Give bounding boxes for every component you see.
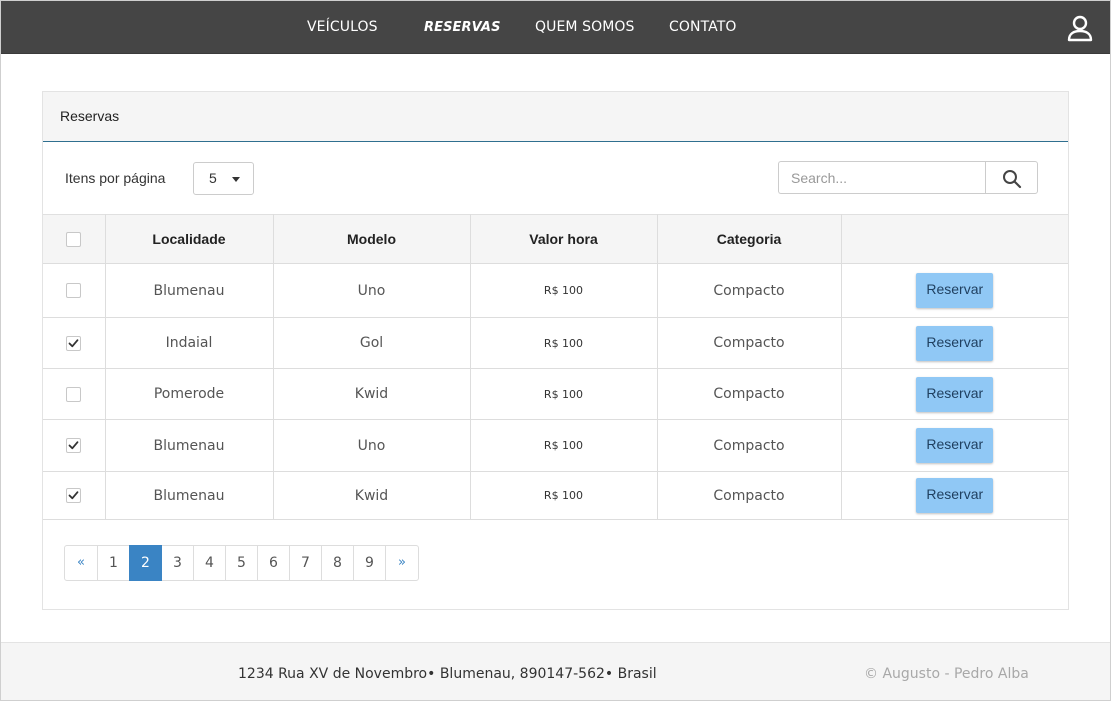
- page-prev-button[interactable]: «: [64, 545, 98, 581]
- cell-valor-hora: R$ 100: [469, 471, 658, 520]
- cell-categoria: Compacto: [656, 317, 842, 369]
- cell-modelo: Uno: [272, 419, 471, 472]
- page-button[interactable]: 7: [289, 545, 322, 581]
- cell-valor-hora: R$ 100: [469, 419, 658, 472]
- footer: 1234 Rua XV de Novembro• Blumenau, 89014…: [0, 642, 1111, 701]
- cell-modelo: Kwid: [272, 471, 471, 520]
- row-checkbox-cell: [43, 263, 106, 318]
- header-valor-hora[interactable]: Valor hora: [469, 214, 658, 264]
- search-icon: [1003, 170, 1022, 189]
- cell-modelo: Gol: [272, 317, 471, 369]
- cell-categoria: Compacto: [656, 263, 842, 318]
- nav-item-quem-somos[interactable]: QUEM SOMOS: [535, 19, 635, 35]
- select-all-checkbox[interactable]: [66, 232, 82, 248]
- table-row: Blumenau Kwid R$ 100 Compacto Reservar: [43, 471, 1068, 520]
- cell-action: Reservar: [840, 263, 1068, 318]
- panel-title: Reservas: [60, 108, 120, 124]
- row-checkbox-cell: [43, 471, 106, 520]
- page-button[interactable]: 3: [161, 545, 194, 581]
- cell-localidade: Blumenau: [104, 263, 274, 318]
- row-checkbox-cell: [43, 368, 106, 420]
- footer-copyright: © Augusto - Pedro Alba: [864, 666, 1029, 682]
- header-localidade[interactable]: Localidade: [104, 214, 274, 264]
- reserve-button[interactable]: Reservar: [916, 273, 994, 308]
- reserve-button[interactable]: Reservar: [916, 478, 994, 513]
- cell-categoria: Compacto: [656, 471, 842, 520]
- row-checkbox[interactable]: [66, 386, 82, 402]
- header-categoria[interactable]: Categoria: [656, 214, 842, 264]
- pagination: « 1 2 3 4 5 6 7 8 9 »: [64, 545, 419, 581]
- row-checkbox[interactable]: [66, 335, 82, 351]
- page-button[interactable]: 8: [321, 545, 354, 581]
- page-button[interactable]: 9: [353, 545, 386, 581]
- table-row: Blumenau Uno R$ 100 Compacto Reservar: [43, 263, 1068, 318]
- cell-action: Reservar: [840, 471, 1068, 520]
- caret-down-icon: [232, 177, 240, 182]
- top-navbar: VEÍCULOS RESERVAS QUEM SOMOS CONTATO: [0, 0, 1111, 54]
- reserve-button[interactable]: Reservar: [916, 376, 994, 412]
- search-input[interactable]: [778, 161, 986, 194]
- reservations-panel: Reservas Itens por página 5 Localidade M…: [42, 91, 1069, 610]
- table-row: Pomerode Kwid R$ 100 Compacto Reservar: [43, 368, 1068, 420]
- footer-address: 1234 Rua XV de Novembro• Blumenau, 89014…: [238, 666, 657, 682]
- cell-valor-hora: R$ 100: [469, 317, 658, 369]
- row-checkbox-cell: [43, 317, 106, 369]
- checkmark-icon: [68, 338, 79, 347]
- reservations-table: Localidade Modelo Valor hora Categoria B…: [43, 214, 1068, 520]
- cell-modelo: Uno: [272, 263, 471, 318]
- cell-localidade: Pomerode: [104, 368, 274, 420]
- table-row: Blumenau Uno R$ 100 Compacto Reservar: [43, 419, 1068, 472]
- reserve-button[interactable]: Reservar: [916, 325, 994, 361]
- checkmark-icon: [68, 441, 79, 450]
- table-row: Indaial Gol R$ 100 Compacto Reservar: [43, 317, 1068, 369]
- page-button[interactable]: 5: [225, 545, 258, 581]
- search-button[interactable]: [985, 161, 1038, 194]
- cell-localidade: Blumenau: [104, 471, 274, 520]
- cell-categoria: Compacto: [656, 368, 842, 420]
- cell-action: Reservar: [840, 419, 1068, 472]
- user-icon[interactable]: [1066, 14, 1094, 42]
- nav-item-veiculos[interactable]: VEÍCULOS: [307, 19, 378, 35]
- page-button[interactable]: 1: [97, 545, 130, 581]
- row-checkbox-cell: [43, 419, 106, 472]
- page-button[interactable]: 6: [257, 545, 290, 581]
- header-actions: [840, 214, 1068, 264]
- items-per-page-label: Itens por página: [65, 170, 166, 186]
- cell-action: Reservar: [840, 317, 1068, 369]
- cell-modelo: Kwid: [272, 368, 471, 420]
- panel-heading: Reservas: [43, 92, 1068, 142]
- row-checkbox[interactable]: [66, 283, 82, 298]
- cell-localidade: Indaial: [104, 317, 274, 369]
- nav-item-contato[interactable]: CONTATO: [669, 19, 737, 35]
- cell-valor-hora: R$ 100: [469, 368, 658, 420]
- cell-action: Reservar: [840, 368, 1068, 420]
- nav-item-reservas[interactable]: RESERVAS: [424, 20, 501, 35]
- checkmark-icon: [68, 491, 79, 500]
- page-button[interactable]: 4: [193, 545, 226, 581]
- row-checkbox[interactable]: [66, 438, 82, 453]
- reserve-button[interactable]: Reservar: [916, 428, 994, 463]
- header-modelo[interactable]: Modelo: [272, 214, 471, 264]
- select-all-cell: [43, 214, 106, 264]
- cell-localidade: Blumenau: [104, 419, 274, 472]
- cell-categoria: Compacto: [656, 419, 842, 472]
- page-next-button[interactable]: »: [385, 545, 419, 581]
- table-header-row: Localidade Modelo Valor hora Categoria: [43, 214, 1068, 264]
- row-checkbox[interactable]: [66, 488, 82, 503]
- page-button[interactable]: 2: [129, 545, 162, 581]
- items-per-page-value: 5: [209, 170, 217, 186]
- cell-valor-hora: R$ 100: [469, 263, 658, 318]
- items-per-page-select[interactable]: 5: [193, 162, 254, 195]
